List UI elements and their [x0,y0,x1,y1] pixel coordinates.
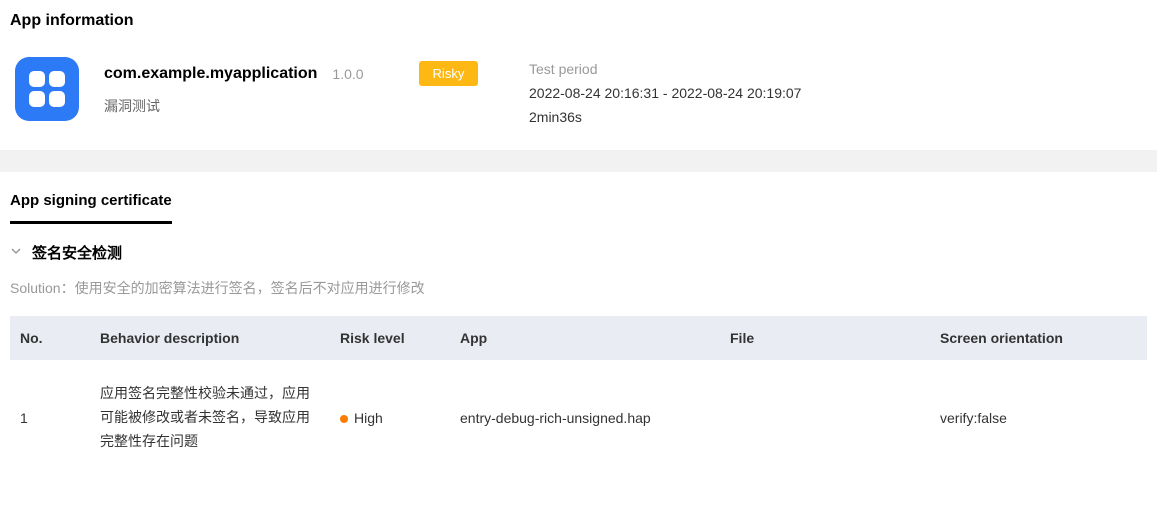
tabs-row: App signing certificate [0,172,1157,224]
collapse-header-signing-security[interactable]: 签名安全检测 [10,242,1147,263]
table-header-row: No. Behavior description Risk level App … [10,316,1147,360]
app-version: 1.0.0 [332,66,363,82]
table-row: 1 应用签名完整性校验未通过，应用可能被修改或者未签名，导致应用完整性存在问题 … [10,360,1147,475]
cell-risk-level: High [330,360,450,475]
app-info-title: App information [0,0,1157,42]
app-info-content: com.example.myapplication 1.0.0 Risky 漏洞… [0,42,1157,150]
risk-dot-icon [340,415,348,423]
col-header-behavior: Behavior description [90,316,330,360]
solution-text: 使用安全的加密算法进行签名，签名后不对应用进行修改 [75,280,425,296]
risk-badge: Risky [419,61,479,86]
test-period-range: 2022-08-24 20:16:31 - 2022-08-24 20:19:0… [529,85,801,101]
app-icon [15,57,79,121]
test-period-block: Test period 2022-08-24 20:16:31 - 2022-0… [529,57,801,125]
test-period-label: Test period [529,61,801,77]
tab-app-signing-certificate[interactable]: App signing certificate [10,192,172,224]
test-period-duration: 2min36s [529,109,801,125]
cell-app: entry-debug-rich-unsigned.hap [450,360,720,475]
col-header-no: No. [10,316,90,360]
col-header-risk: Risk level [330,316,450,360]
col-header-app: App [450,316,720,360]
section-divider [0,150,1157,172]
findings-table: No. Behavior description Risk level App … [10,316,1147,475]
cell-file [720,360,930,475]
col-header-screen: Screen orientation [930,316,1147,360]
app-details: com.example.myapplication 1.0.0 Risky 漏洞… [104,57,504,125]
col-header-file: File [720,316,930,360]
solution-label: Solution： [10,280,75,296]
solution-row: Solution：使用安全的加密算法进行签名，签名后不对应用进行修改 [0,263,1157,316]
risk-level-text: High [354,410,383,426]
cell-no: 1 [10,360,90,475]
cell-screen-orientation: verify:false [930,360,1147,475]
collapse-title: 签名安全检测 [32,242,122,263]
app-subtitle: 漏洞测试 [104,96,504,116]
app-package-name: com.example.myapplication [104,65,317,83]
cell-behavior-description: 应用签名完整性校验未通过，应用可能被修改或者未签名，导致应用完整性存在问题 [90,360,330,475]
chevron-down-icon [10,245,22,260]
